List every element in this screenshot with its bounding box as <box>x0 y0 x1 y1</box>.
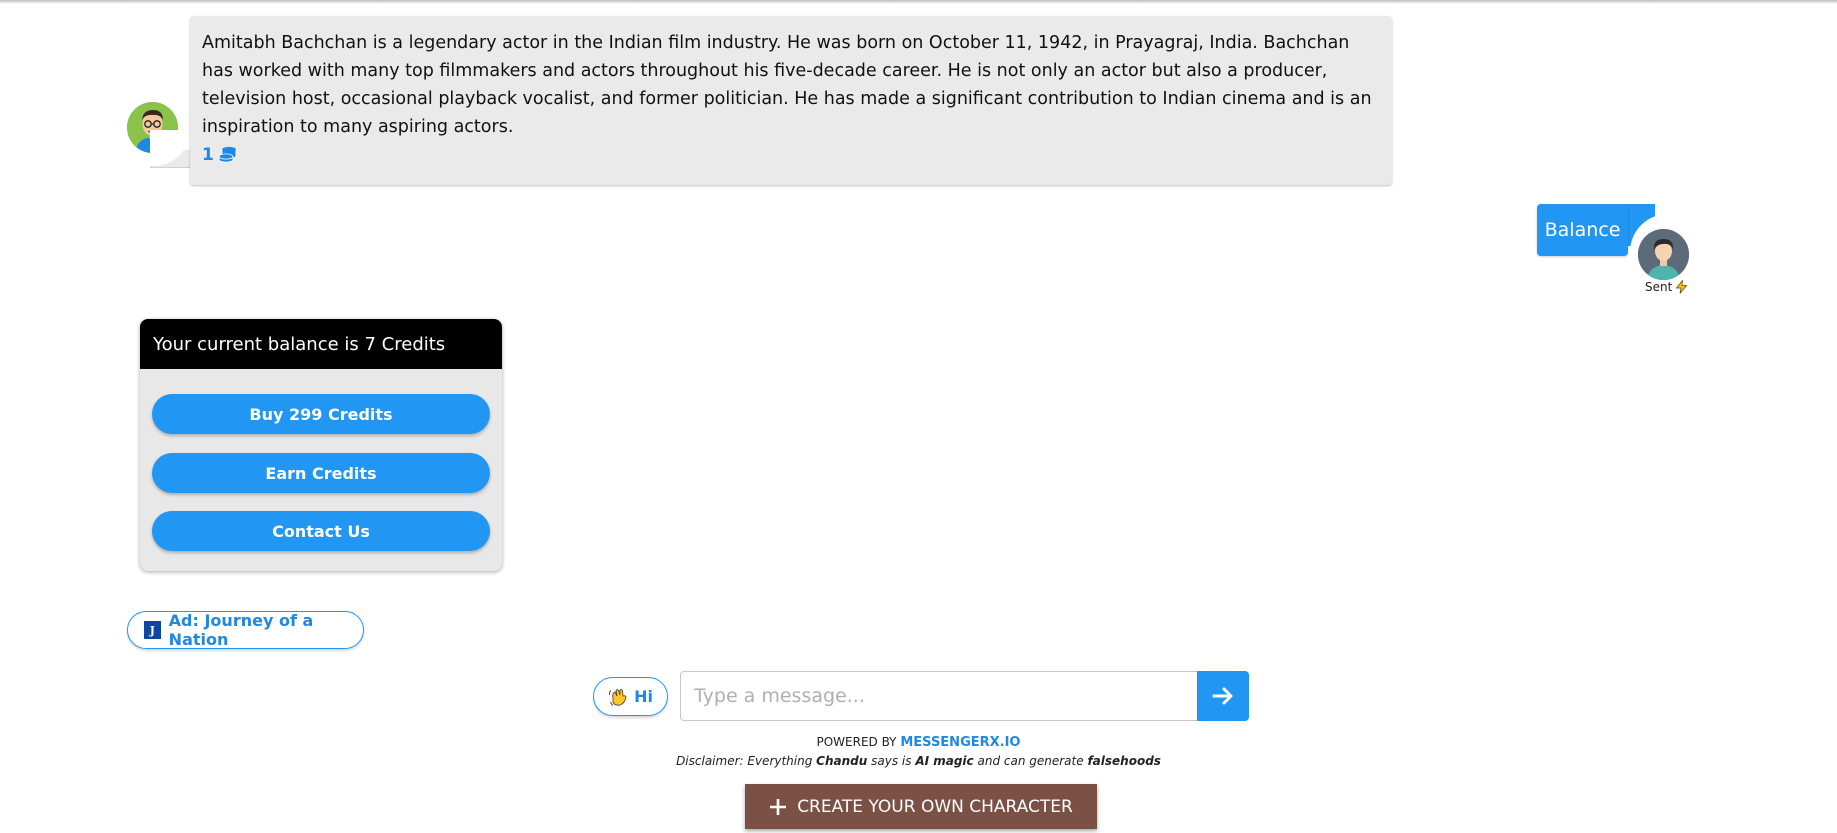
arrow-right-icon <box>1212 687 1233 705</box>
user-avatar <box>1638 229 1689 280</box>
powered-by-prefix: POWERED BY <box>816 735 897 749</box>
buy-credits-button[interactable]: Buy 299 Credits <box>152 394 490 434</box>
create-character-button[interactable]: CREATE YOUR OWN CHARACTER <box>745 784 1097 829</box>
user-message-bubble: Balance <box>1537 204 1628 256</box>
plus-icon <box>770 798 787 815</box>
waving-hand-icon <box>609 688 627 706</box>
balance-card-header: Your current balance is 7 Credits <box>140 319 502 369</box>
message-input[interactable] <box>680 671 1198 721</box>
credit-cost: 1 <box>202 145 1380 165</box>
earn-credits-button[interactable]: Earn Credits <box>152 453 490 493</box>
create-character-label: CREATE YOUR OWN CHARACTER <box>797 796 1073 817</box>
disclaimer: Disclaimer: Everything Chandu says is AI… <box>0 754 1837 768</box>
top-edge-shadow <box>0 0 1837 4</box>
powered-by: POWERED BY MESSENGERX.IO <box>0 735 1837 750</box>
lightning-icon <box>1675 280 1688 294</box>
hi-quick-reply[interactable]: Hi <box>593 677 668 716</box>
send-button[interactable] <box>1197 671 1249 721</box>
journey-logo-icon: J <box>144 621 161 639</box>
powered-by-brand-link[interactable]: MESSENGERX.IO <box>900 735 1020 750</box>
contact-us-button[interactable]: Contact Us <box>152 511 490 551</box>
balance-text: Your current balance is 7 Credits <box>153 333 446 355</box>
disclaimer-end: falsehoods <box>1087 754 1161 768</box>
message-status: Sent <box>1645 280 1688 294</box>
disclaimer-name: Chandu <box>816 754 868 768</box>
ad-chip-label: Ad: Journey of a Nation <box>168 611 314 649</box>
hi-quick-reply-label: Hi <box>634 687 653 706</box>
bot-message-bubble: Amitabh Bachchan is a legendary actor in… <box>190 16 1392 185</box>
bot-message-text: Amitabh Bachchan is a legendary actor in… <box>202 33 1372 137</box>
balance-card: Your current balance is 7 Credits Buy 29… <box>140 319 502 571</box>
user-person-icon <box>1638 229 1689 280</box>
disclaimer-post: and can generate <box>977 754 1084 768</box>
disclaimer-mid: says is <box>871 754 912 768</box>
disclaimer-pre: Disclaimer: Everything <box>676 754 813 768</box>
disclaimer-magic: AI magic <box>915 754 974 768</box>
coins-icon <box>218 146 237 163</box>
credit-cost-value: 1 <box>202 145 214 165</box>
user-message-text: Balance <box>1544 219 1621 241</box>
message-status-text: Sent <box>1645 280 1673 294</box>
ad-chip[interactable]: J Ad: Journey of a Nation <box>127 611 364 649</box>
